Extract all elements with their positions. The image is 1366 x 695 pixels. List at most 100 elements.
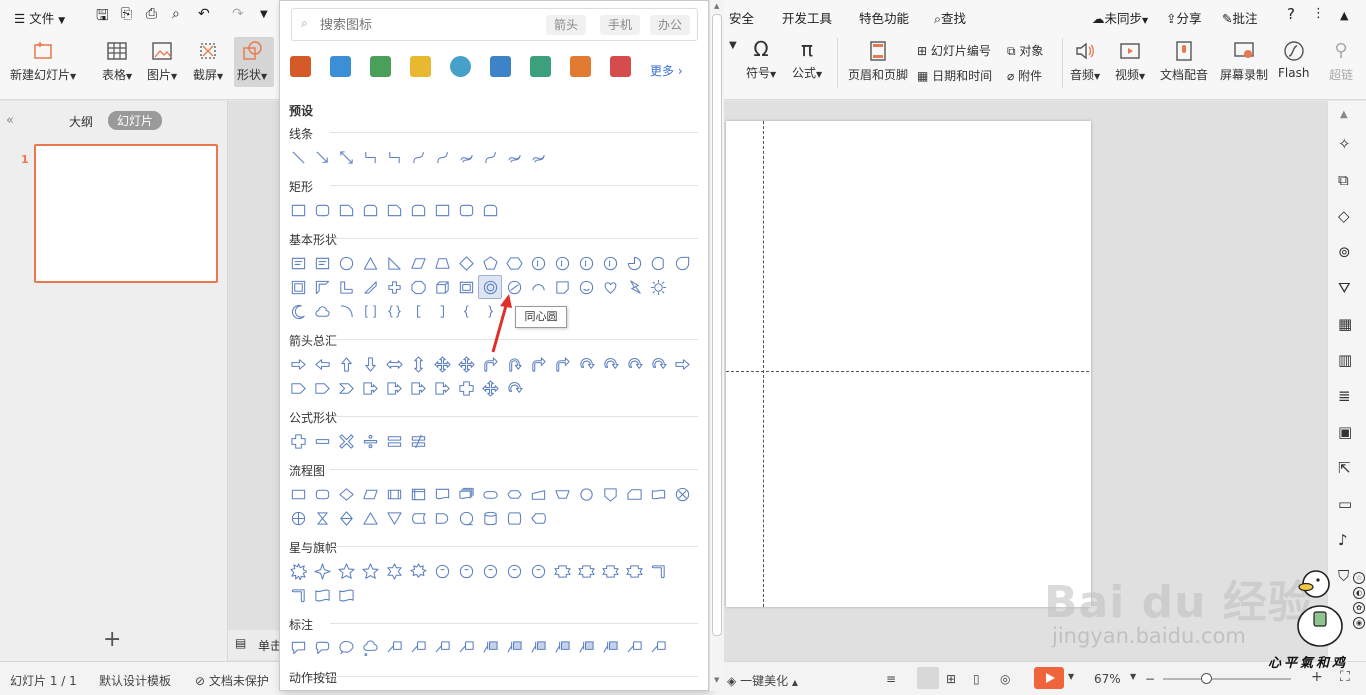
shape-rtri-icon[interactable] [382,251,406,275]
shape-direct-icon[interactable] [502,506,526,530]
scroll-down-icon[interactable]: ▼ [714,676,719,684]
play-chevron-icon[interactable]: ▼ [1068,672,1074,681]
export-pdf-icon[interactable]: ⎘ [121,6,132,22]
shape-bolt-icon[interactable] [622,275,646,299]
shape-starn-icon[interactable] [430,559,454,583]
shape-tape-icon[interactable] [646,482,670,506]
search-tag-arrow[interactable]: 箭头 [546,15,587,35]
chart-icon[interactable]: ▥ [1338,351,1352,369]
collapse-ribbon-icon[interactable]: ▲ [1340,9,1348,22]
shape-callarrow-icon[interactable] [430,376,454,400]
shape-seq-icon[interactable] [454,506,478,530]
shape-delay-icon[interactable] [430,506,454,530]
more-left-chevron-icon[interactable]: ▼ [729,40,737,51]
shape-round2-icon[interactable] [358,198,382,222]
team-icon[interactable] [370,56,391,77]
shape-pentarrow-icon[interactable] [286,376,310,400]
shape-callrr-icon[interactable] [310,635,334,659]
shape-quad-icon[interactable] [430,352,454,376]
reading-view-icon[interactable]: ▯ [973,672,980,686]
shape-star5-icon[interactable] [334,559,358,583]
shape-diamond-icon[interactable] [454,251,478,275]
shape-ribbon-icon[interactable] [550,559,574,583]
menu-file[interactable]: ☰ 文件 ▼ [14,8,65,27]
icon-search-input[interactable] [320,15,520,35]
zoom-out-icon[interactable]: − [1145,672,1155,686]
shape-starn-icon[interactable] [454,559,478,583]
shape-equal-icon[interactable] [382,429,406,453]
tab-security[interactable]: 安全 [729,8,754,27]
shape-quad-icon[interactable] [478,376,502,400]
tab-outline[interactable]: 大纲 [69,113,93,130]
new-slide-button[interactable]: 新建幻灯片▼ [10,40,76,83]
normal-view-icon[interactable] [917,667,939,689]
presentation-icon[interactable] [490,56,511,77]
save-icon[interactable]: 🖫 [96,5,109,30]
shape-display-icon[interactable] [526,506,550,530]
attachment-button[interactable]: ⌀ 附件 [1007,67,1042,84]
image-icon[interactable]: ▣ [1338,423,1352,441]
shape-tri-icon[interactable] [358,251,382,275]
shape-rrect-icon[interactable] [310,198,334,222]
lock-icon[interactable] [410,56,431,77]
shopping-icon[interactable] [610,56,631,77]
zoom-level[interactable]: 67% [1094,672,1121,686]
shape-circ-icon[interactable] [622,352,646,376]
shape-extract-icon[interactable] [358,506,382,530]
shape-star6-icon[interactable] [382,559,406,583]
shape-collate-icon[interactable] [310,506,334,530]
screen-record-button[interactable]: 屏幕录制 [1220,40,1268,83]
shape-elbow-icon[interactable] [358,145,382,169]
panel-scrollbar[interactable]: ▲ ▼ [709,0,724,691]
tab-special-features[interactable]: 特色功能 [859,8,909,27]
shape-prep-icon[interactable] [502,482,526,506]
grid-icon[interactable]: ▦ [1338,315,1352,333]
shape-star5-icon[interactable] [358,559,382,583]
video-button[interactable]: 视频▼ [1115,40,1145,83]
shape-callline-icon[interactable] [382,635,406,659]
shape-rrect-icon[interactable] [454,198,478,222]
shape-stored-icon[interactable] [406,506,430,530]
shape-explosion-icon[interactable] [286,559,310,583]
shape-line-icon[interactable] [286,145,310,169]
shape-num-icon[interactable] [526,251,550,275]
shape-button[interactable]: 形状▼ [237,40,267,83]
audio-button[interactable]: 音频▼ [1070,40,1100,83]
design-template[interactable]: 默认设计模板 [99,672,171,689]
sync-button[interactable]: ☁未同步▼ [1092,8,1148,27]
shape-star8-icon[interactable] [406,559,430,583]
zoom-chevron-icon[interactable]: ▼ [1130,672,1136,681]
narration-button[interactable]: 文档配音 [1160,40,1208,83]
shape-brackets-icon[interactable] [358,299,382,323]
fill-icon[interactable]: ⛛ [1338,279,1351,297]
shape-fold-icon[interactable] [550,275,574,299]
shape-arrowline-icon[interactable] [310,145,334,169]
more-icons-link[interactable]: 更多 › [650,62,683,79]
copy-icon[interactable]: ⧉ [1338,171,1349,189]
scroll-up-icon[interactable]: ▲ [1340,109,1348,120]
shape-callline-icon[interactable] [406,635,430,659]
tab-slides[interactable]: 幻灯片 [108,111,163,130]
shape-calloval-icon[interactable] [334,635,358,659]
shape-wave-icon[interactable] [310,583,334,607]
slide-number-button[interactable]: ⊞ 幻灯片编号 [917,42,991,59]
shape-star4-icon[interactable] [310,559,334,583]
shape-cube-icon[interactable] [430,275,454,299]
shape-snip-icon[interactable] [382,198,406,222]
shape-circ-icon[interactable] [502,376,526,400]
shape-aleft-icon[interactable] [310,352,334,376]
add-slide-icon[interactable]: + [103,627,121,652]
hyperlink-button[interactable]: ⚲ 超链 [1329,40,1353,83]
object-button[interactable]: ⧉ 对象 [1007,42,1043,59]
flash-button[interactable]: Flash [1278,40,1309,80]
zoom-slider-thumb[interactable] [1201,673,1212,684]
shape-starn-icon[interactable] [478,559,502,583]
slide-thumbnail[interactable] [34,144,218,283]
shape-lbr-icon[interactable] [406,299,430,323]
shape-para-icon[interactable] [406,251,430,275]
header-footer-button[interactable]: 页眉和页脚 [848,40,908,83]
shape-round2-icon[interactable] [478,198,502,222]
shape-merge-icon[interactable] [382,506,406,530]
shape-scribble-icon[interactable] [502,145,526,169]
shape-hex-icon[interactable] [502,251,526,275]
